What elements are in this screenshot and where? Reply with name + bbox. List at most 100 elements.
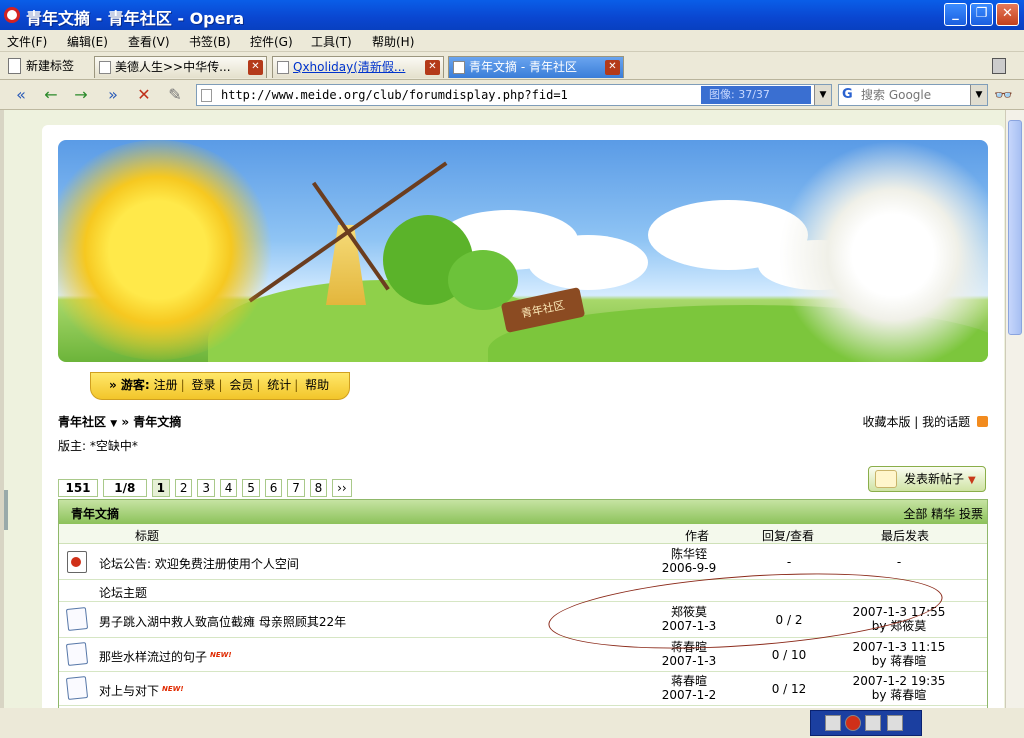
close-tab-icon[interactable]: ✕: [605, 60, 620, 75]
thread-title[interactable]: 男子跳入湖中救人致高位截瘫 母亲照顾其22年: [99, 613, 346, 630]
members-link[interactable]: 会员: [229, 378, 253, 392]
fast-forward-icon[interactable]: »: [104, 86, 122, 104]
maximize-button[interactable]: ❐: [970, 3, 993, 26]
search-box[interactable]: G ▼: [838, 84, 988, 106]
thread-filters[interactable]: 全部 精华 投票: [903, 505, 983, 522]
tab-label: Qxholiday(清新假...: [293, 60, 406, 74]
address-field[interactable]: http://www.meide.org/club/forumdisplay.p…: [196, 84, 832, 106]
thread-last-by[interactable]: by 蒋春暄: [809, 654, 989, 668]
address-dropdown-icon[interactable]: ▼: [814, 85, 831, 105]
address-toolbar: « ← → » ✕ ✎ http://www.meide.org/club/fo…: [0, 80, 1024, 110]
menu-help[interactable]: 帮助(H): [372, 33, 414, 50]
tab-label: 美德人生>>中华传...: [115, 60, 231, 74]
thread-date: 2007-1-2: [661, 688, 717, 702]
table-row[interactable]: 对上与对下 NEW! 蒋春暄 2007-1-2 0 / 12 2007-1-2 1…: [59, 672, 987, 706]
announcement-author[interactable]: 陈华铚: [619, 547, 759, 561]
vertical-scrollbar[interactable]: [1005, 110, 1024, 708]
menu-file[interactable]: 文件(F): [7, 33, 47, 50]
page-7[interactable]: 7: [287, 479, 305, 497]
thread-title[interactable]: 那些水样流过的句子: [99, 650, 207, 664]
trash-icon[interactable]: [992, 58, 1006, 74]
thread-last-time[interactable]: 2007-1-2 19:35: [809, 674, 989, 688]
announcement-row[interactable]: 论坛公告: 欢迎免费注册使用个人空间 陈华铚 2006-9-9 - -: [59, 544, 987, 580]
rss-icon[interactable]: [977, 416, 988, 427]
help-icon[interactable]: [887, 715, 903, 731]
new-badge: NEW!: [162, 685, 184, 693]
page-3[interactable]: 3: [197, 479, 215, 497]
help-link[interactable]: 帮助: [305, 378, 329, 392]
page-4[interactable]: 4: [219, 479, 238, 497]
search-input[interactable]: [861, 87, 967, 103]
block-icon[interactable]: [845, 715, 861, 731]
minimize-button[interactable]: _: [944, 3, 967, 26]
keyboard-icon[interactable]: [865, 715, 881, 731]
announcement-title[interactable]: 论坛公告: 欢迎免费注册使用个人空间: [99, 555, 299, 572]
thread-title[interactable]: 对上与对下: [99, 684, 159, 698]
close-tab-icon[interactable]: ✕: [248, 60, 263, 75]
moderator-text: 版主: *空缺中*: [58, 439, 138, 453]
stop-icon[interactable]: ✕: [135, 86, 153, 104]
menu-bar: 文件(F) 编辑(E) 查看(V) 书签(B) 控件(G) 工具(T) 帮助(H…: [0, 30, 1024, 52]
tab-qingnian-wenzhai[interactable]: 青年文摘 - 青年社区 ✕: [448, 56, 624, 78]
thread-author[interactable]: 郑筱莫: [619, 605, 759, 619]
page-5[interactable]: 5: [242, 479, 260, 497]
announcement-date: 2006-9-9: [661, 561, 717, 575]
col-replies: 回复/查看: [762, 529, 815, 543]
scrollbar-thumb[interactable]: [1008, 120, 1022, 335]
thread-last-by[interactable]: by 郑筱莫: [809, 619, 989, 633]
chevron-down-icon[interactable]: ▼: [110, 419, 117, 429]
page-icon: [99, 61, 111, 74]
thread-author[interactable]: 蒋春暄: [619, 640, 759, 654]
tab-meide[interactable]: 美德人生>>中华传... ✕: [94, 56, 267, 78]
stats-link[interactable]: 统计: [267, 378, 291, 392]
butterfly-icon: [875, 470, 897, 488]
page-6[interactable]: 6: [264, 479, 283, 497]
page-count: 1/8: [102, 479, 147, 497]
table-row[interactable]: 男子跳入湖中救人致高位截瘫 母亲照顾其22年 郑筱莫 2007-1-3 0 / …: [59, 602, 987, 638]
new-post-button[interactable]: 发表新帖子 ▼: [868, 466, 986, 492]
tray-panel: [810, 710, 922, 736]
new-tab-button[interactable]: 新建标签: [6, 55, 74, 77]
edit-pen-icon[interactable]: ✎: [166, 86, 184, 104]
thread-document-icon: [65, 642, 89, 666]
menu-edit[interactable]: 编辑(E): [67, 33, 108, 50]
ime-icon[interactable]: [825, 715, 841, 731]
table-row[interactable]: 那些水样流过的句子 NEW! 蒋春暄 2007-1-3 0 / 10 2007-1…: [59, 638, 987, 672]
rewind-icon[interactable]: «: [12, 86, 30, 104]
google-icon: G: [842, 87, 853, 102]
thread-table: 青年文摘 全部 精华 投票 标题 作者 回复/查看 最后发表 论坛公告: 欢迎免…: [58, 499, 988, 708]
tab-bar: 新建标签 美德人生>>中华传... ✕ Qxholiday(清新假... ✕ 青…: [0, 52, 1024, 80]
url-text: http://www.meide.org/club/forumdisplay.p…: [221, 88, 568, 102]
thread-last-time[interactable]: 2007-1-3 17:55: [809, 605, 989, 619]
thread-last-time[interactable]: 2007-1-3 11:15: [809, 640, 989, 654]
thread-last-by[interactable]: by 蒋春暄: [809, 688, 989, 702]
menu-widgets[interactable]: 控件(G): [250, 33, 293, 50]
search-dropdown-icon[interactable]: ▼: [970, 85, 987, 105]
breadcrumb-current: 青年文摘: [133, 415, 182, 429]
panel-toggle[interactable]: [4, 490, 8, 530]
login-link[interactable]: 登录: [191, 378, 215, 392]
zoom-glasses-icon[interactable]: 👓: [994, 86, 1013, 104]
thread-author[interactable]: 蒋春暄: [619, 674, 759, 688]
back-icon[interactable]: ←: [42, 86, 60, 104]
pagination: 151 1/8 1 2 3 4 5 6 7 8 ››: [58, 479, 353, 497]
register-link[interactable]: 注册: [154, 378, 178, 392]
menu-bookmarks[interactable]: 书签(B): [189, 33, 231, 50]
menu-tools[interactable]: 工具(T): [311, 33, 352, 50]
col-author: 作者: [685, 529, 710, 543]
my-topics-link[interactable]: 我的话题: [922, 415, 970, 429]
forward-icon[interactable]: →: [72, 86, 90, 104]
page-8[interactable]: 8: [309, 479, 328, 497]
guest-label: » 游客:: [109, 378, 150, 392]
tab-qxholiday[interactable]: Qxholiday(清新假... ✕: [272, 56, 444, 78]
favorite-forum-link[interactable]: 收藏本版: [862, 415, 910, 429]
breadcrumb-home[interactable]: 青年社区: [58, 415, 106, 429]
menu-view[interactable]: 查看(V): [128, 33, 170, 50]
page-icon: [277, 61, 289, 74]
subheader-label: 论坛主题: [99, 586, 148, 600]
page-icon: [201, 89, 212, 102]
next-page-button[interactable]: ››: [332, 479, 352, 497]
page-2[interactable]: 2: [174, 479, 193, 497]
close-tab-icon[interactable]: ✕: [425, 60, 440, 75]
close-button[interactable]: ✕: [996, 3, 1019, 26]
